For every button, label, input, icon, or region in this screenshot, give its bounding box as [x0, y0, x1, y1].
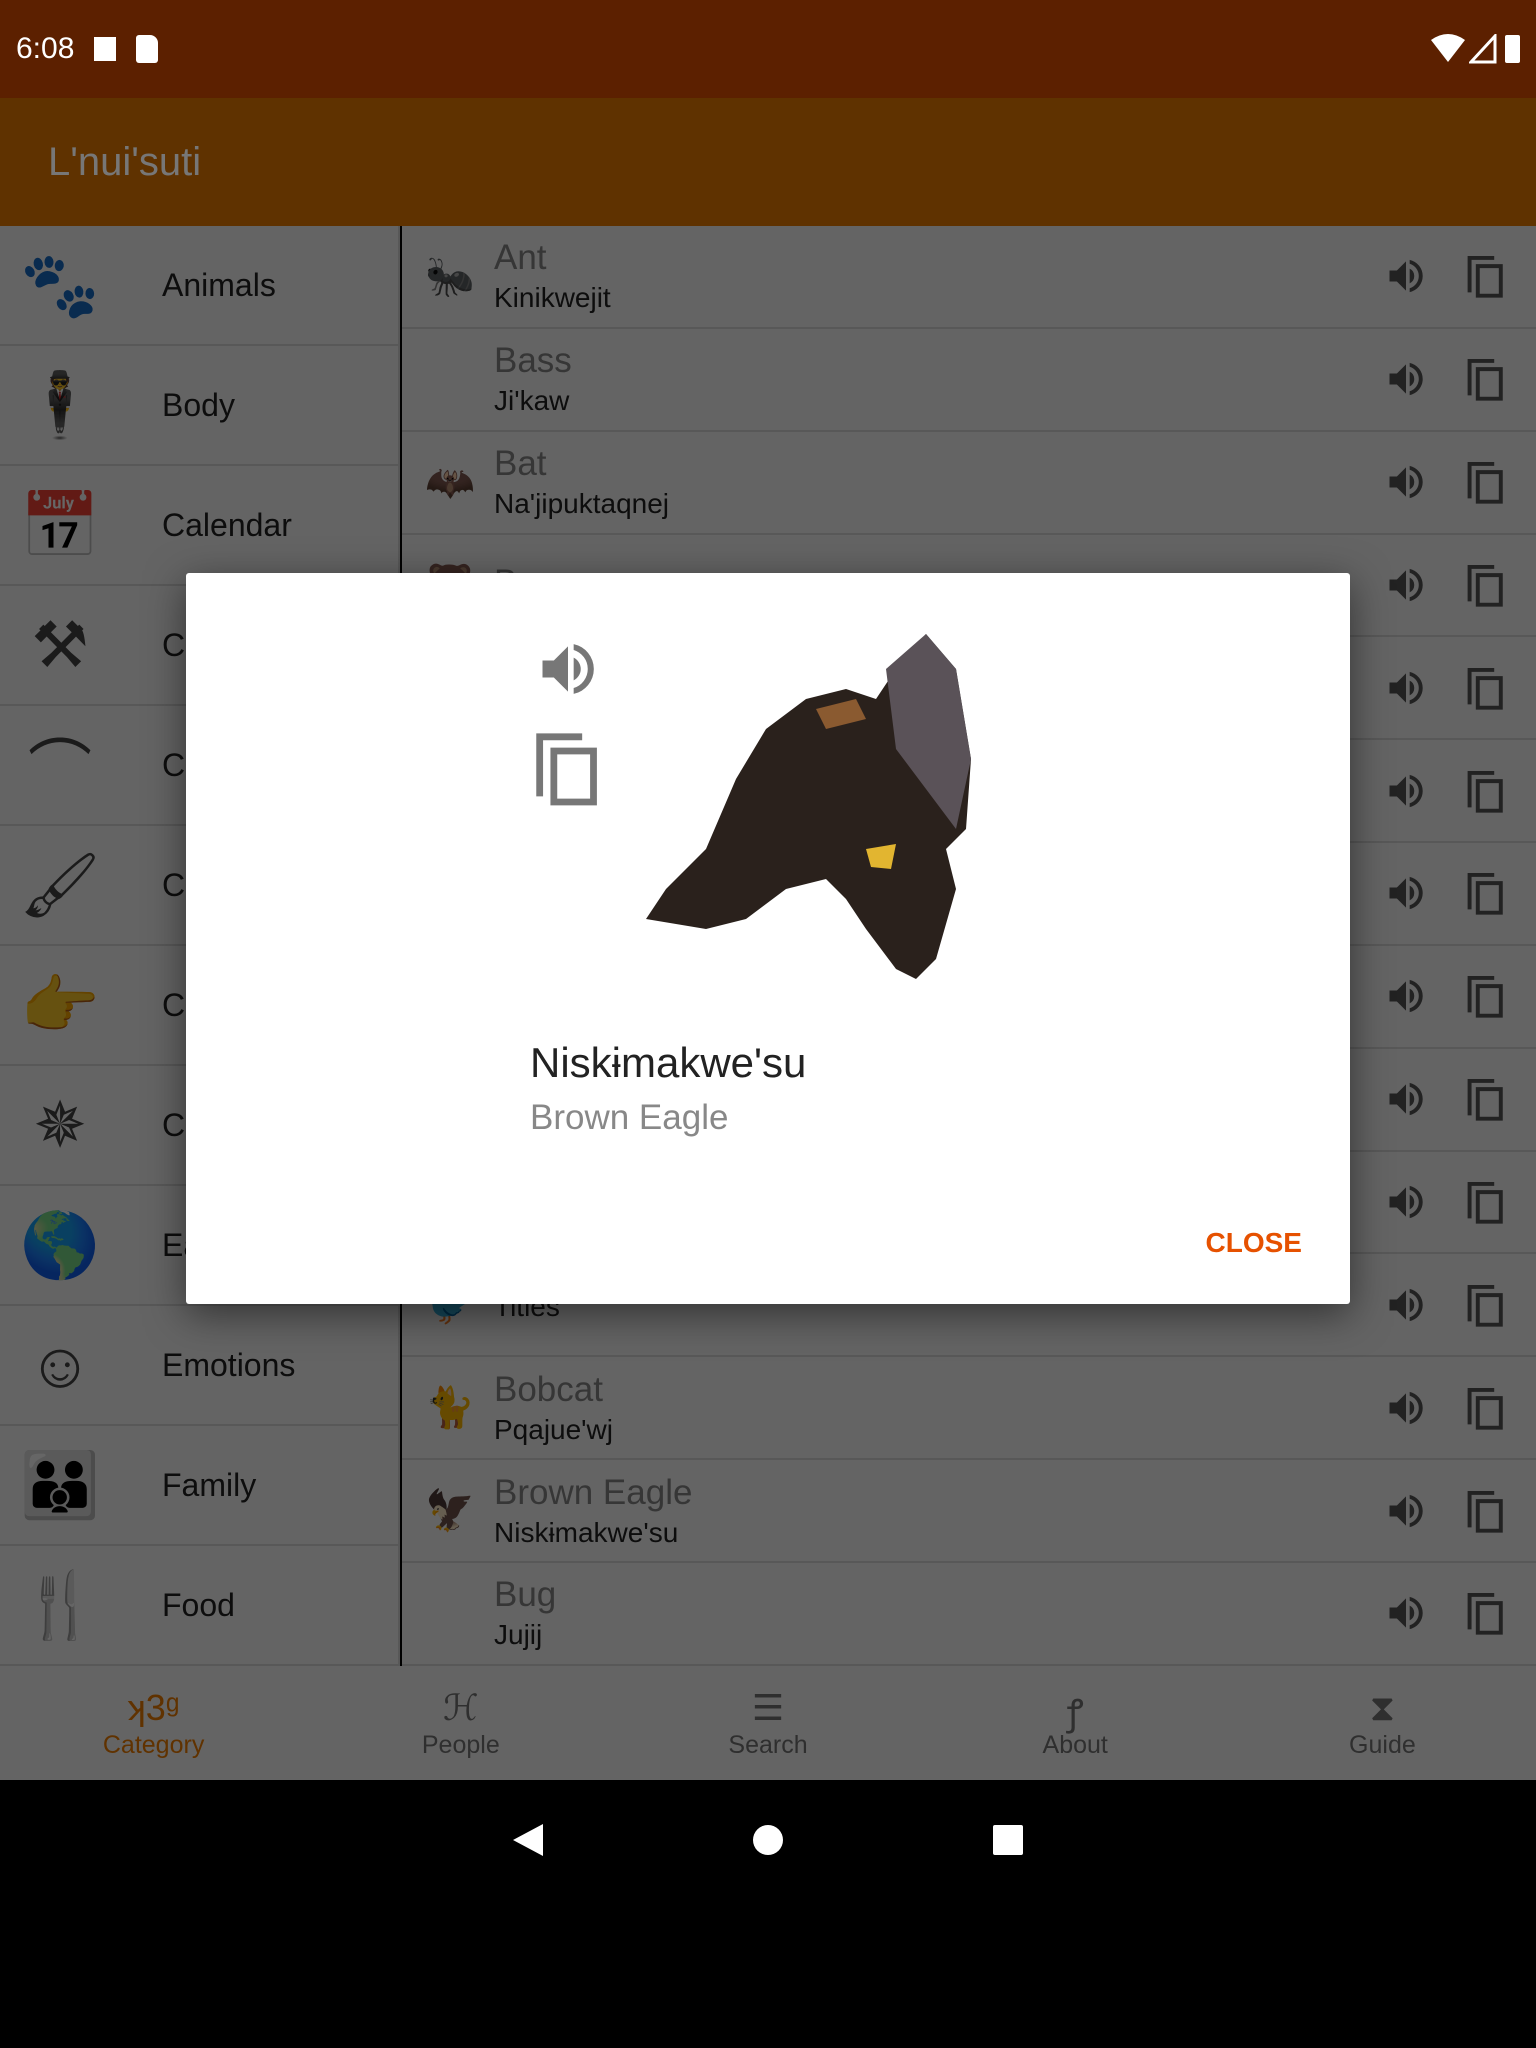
home-button[interactable] [738, 1810, 798, 1870]
app-title: L'nui'suti [48, 139, 202, 184]
clock: 6:08 [16, 32, 75, 65]
keyboard-notification-icon [94, 37, 117, 61]
dialog-word: Niskɨmakwe'su [530, 1039, 807, 1086]
recents-button[interactable] [978, 1810, 1038, 1870]
dialog-translation: Brown Eagle [530, 1098, 729, 1137]
word-dialog: Niskɨmakwe'su Brown Eagle CLOSE [186, 573, 1350, 1304]
eagle-image [646, 634, 971, 979]
speaker-icon[interactable] [534, 635, 602, 703]
status-bar: 6:08 [0, 0, 1536, 98]
wifi-icon [1431, 34, 1465, 62]
battery-icon [1505, 35, 1520, 63]
system-nav-bar [0, 1780, 1536, 2048]
close-button[interactable]: CLOSE [1206, 1227, 1302, 1259]
app-bar: L'nui'suti [0, 98, 1536, 226]
signal-icon [1469, 34, 1497, 64]
back-button[interactable] [498, 1810, 558, 1870]
sd-card-icon [136, 35, 159, 63]
copy-icon[interactable] [534, 728, 602, 808]
